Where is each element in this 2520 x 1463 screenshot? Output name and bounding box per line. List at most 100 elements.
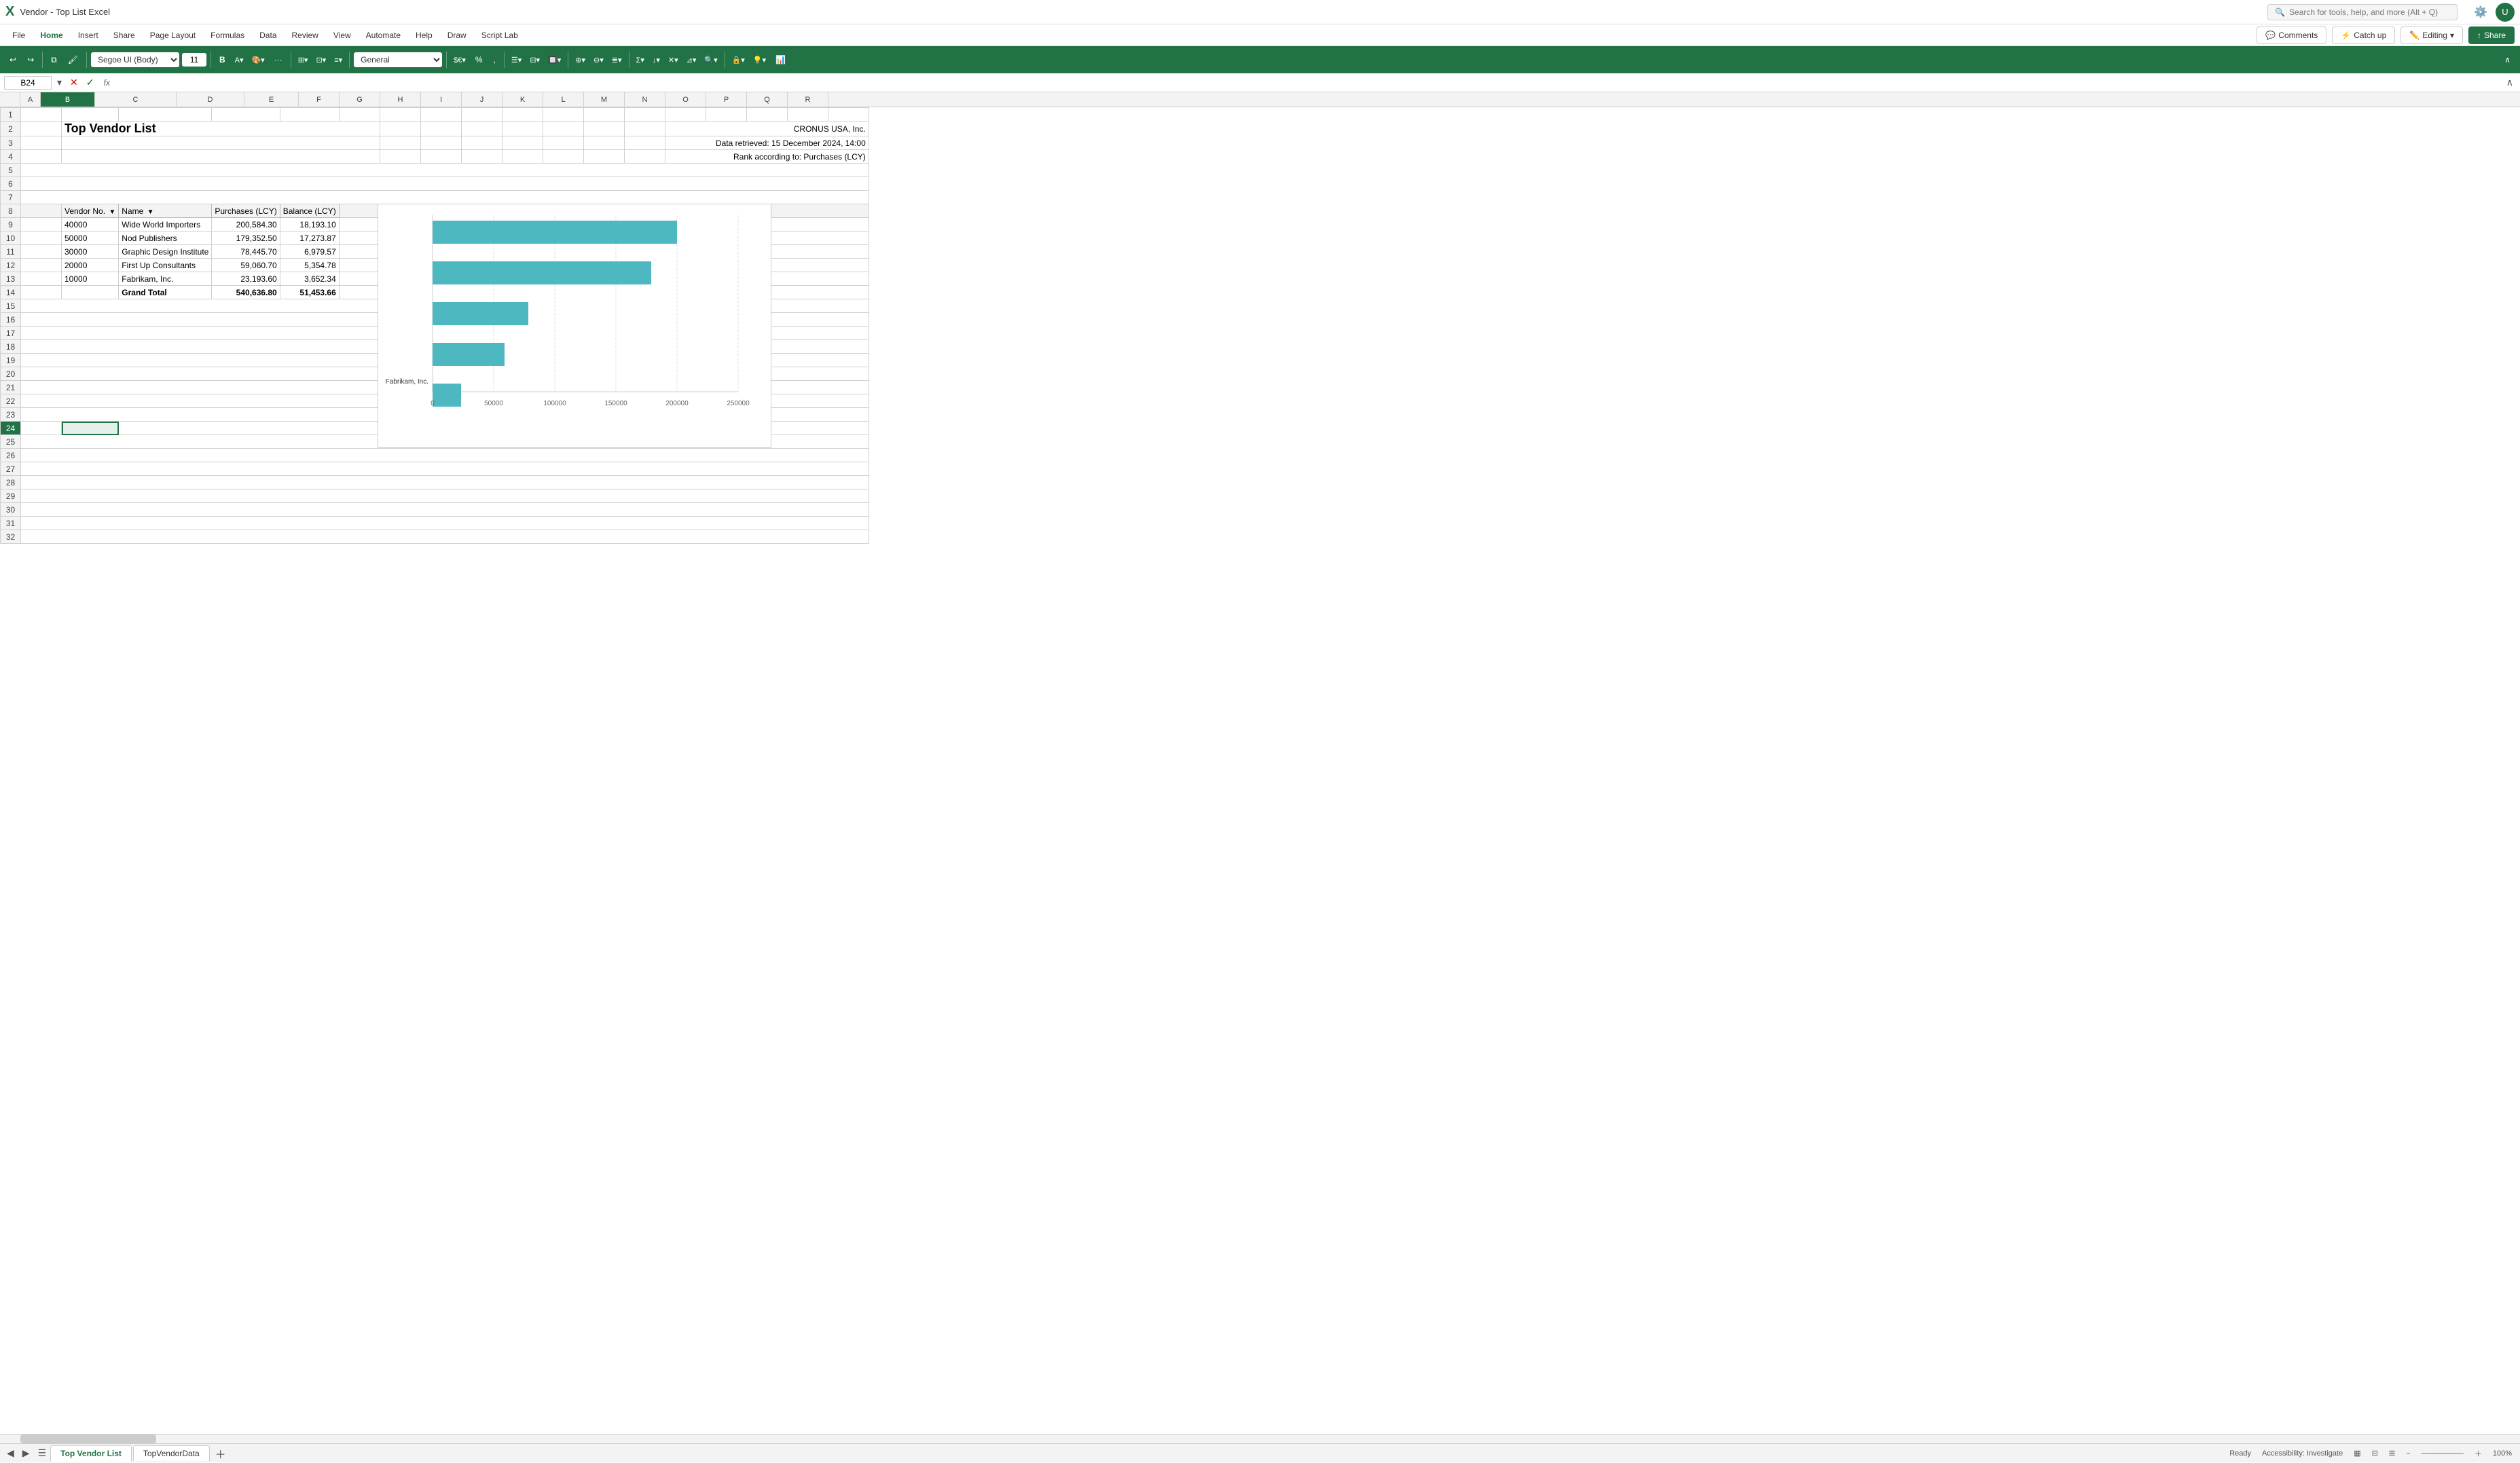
row-num-7[interactable]: 7 [1, 191, 21, 204]
fill-dropdown[interactable]: ↓▾ [650, 53, 663, 67]
view-layout[interactable]: ⊟ [2372, 1449, 2378, 1458]
col-r[interactable]: R [788, 92, 828, 107]
menu-home[interactable]: Home [33, 28, 69, 43]
col-i[interactable]: I [421, 92, 462, 107]
sort-filter-dropdown[interactable]: ⊿▾ [684, 53, 699, 67]
sensitivity-dropdown[interactable]: 🔒▾ [729, 53, 748, 67]
share-button[interactable]: ↑ Share [2468, 26, 2515, 44]
menu-file[interactable]: File [5, 28, 32, 43]
row-num-28[interactable]: 28 [1, 476, 21, 489]
menu-help[interactable]: Help [409, 28, 439, 43]
row-num-1[interactable]: 1 [1, 108, 21, 122]
insert-dropdown[interactable]: ⊕▾ [572, 53, 588, 67]
row-num-6[interactable]: 6 [1, 177, 21, 191]
col-q[interactable]: Q [747, 92, 788, 107]
bold-button[interactable]: B [215, 52, 230, 67]
conditional-format-dropdown[interactable]: ☰▾ [509, 53, 524, 67]
expand-formula-icon[interactable]: ∧ [2504, 75, 2516, 90]
percent-button[interactable]: % [471, 52, 487, 67]
row-num-26[interactable]: 26 [1, 449, 21, 462]
col-d[interactable]: D [177, 92, 244, 107]
autosum-dropdown[interactable]: Σ▾ [634, 53, 647, 67]
chart-button[interactable]: 📊 [771, 52, 790, 67]
font-color-dropdown[interactable]: A▾ [232, 53, 246, 67]
formula-input[interactable] [117, 77, 2501, 89]
col-m[interactable]: M [584, 92, 625, 107]
merge-dropdown[interactable]: ⊡▾ [313, 53, 329, 67]
currency-dropdown[interactable]: $€▾ [451, 53, 469, 67]
settings-icon[interactable]: ⚙️ [2474, 5, 2487, 19]
row-num-25[interactable]: 25 [1, 435, 21, 449]
zoom-out[interactable]: − [2406, 1449, 2410, 1458]
horizontal-scrollbar[interactable] [0, 1434, 2520, 1443]
row-num-27[interactable]: 27 [1, 462, 21, 476]
row-num-23[interactable]: 23 [1, 408, 21, 422]
format-table-dropdown[interactable]: ⊟▾ [527, 53, 543, 67]
menu-insert[interactable]: Insert [71, 28, 105, 43]
sheet-tab-top-vendor-list[interactable]: Top Vendor List [50, 1445, 132, 1462]
view-page-break[interactable]: ⊞ [2389, 1449, 2395, 1458]
fill-color-dropdown[interactable]: 🎨▾ [249, 53, 267, 67]
clear-dropdown[interactable]: ✕▾ [665, 53, 681, 67]
number-format-select[interactable]: General [354, 52, 442, 67]
col-a[interactable]: A [20, 92, 41, 107]
row-num-24[interactable]: 24 [1, 422, 21, 435]
row-num-29[interactable]: 29 [1, 489, 21, 503]
tab-scroll-left[interactable]: ◀ [3, 1446, 18, 1460]
font-size-input[interactable] [182, 53, 206, 67]
cancel-icon[interactable]: ✕ [67, 75, 81, 90]
row-num-19[interactable]: 19 [1, 354, 21, 367]
redo-button[interactable]: ↪ [23, 52, 38, 67]
add-sheet-button[interactable]: ＋ [211, 1444, 230, 1463]
row-num-10[interactable]: 10 [1, 232, 21, 245]
menu-script-lab[interactable]: Script Lab [475, 28, 525, 43]
row-num-18[interactable]: 18 [1, 340, 21, 354]
row-num-14[interactable]: 14 [1, 286, 21, 299]
format-painter-button[interactable]: 🖌 [64, 52, 82, 67]
col-c[interactable]: C [95, 92, 177, 107]
col-k[interactable]: K [503, 92, 543, 107]
wrap-text-dropdown[interactable]: ≡▾ [331, 53, 345, 67]
confirm-icon[interactable]: ✓ [84, 75, 97, 90]
row-num-15[interactable]: 15 [1, 299, 21, 313]
font-family-select[interactable]: Segoe UI (Body) [91, 52, 179, 67]
row-num-20[interactable]: 20 [1, 367, 21, 381]
undo-button[interactable]: ↩ [5, 52, 20, 67]
menu-share[interactable]: Share [107, 28, 142, 43]
menu-data[interactable]: Data [253, 28, 283, 43]
row-num-17[interactable]: 17 [1, 327, 21, 340]
format-dropdown[interactable]: ≣▾ [609, 53, 625, 67]
col-e[interactable]: E [244, 92, 299, 107]
zoom-in[interactable]: ＋ [2475, 1448, 2482, 1459]
filter-icon[interactable]: ▼ [147, 208, 154, 216]
ideas-dropdown[interactable]: 💡▾ [750, 53, 769, 67]
catch-up-button[interactable]: ⚡ Catch up [2332, 26, 2395, 44]
col-h[interactable]: H [380, 92, 421, 107]
expand-icon[interactable]: ▾ [54, 75, 65, 90]
view-normal[interactable]: ▦ [2354, 1449, 2360, 1458]
row-num-5[interactable]: 5 [1, 164, 21, 177]
tab-menu[interactable]: ☰ [34, 1446, 51, 1460]
col-b[interactable]: B [41, 92, 95, 107]
menu-view[interactable]: View [327, 28, 358, 43]
comma-button[interactable]: , [490, 52, 500, 67]
editing-button[interactable]: ✏️ Editing ▾ [2400, 26, 2463, 44]
search-box[interactable]: 🔍 [2267, 4, 2458, 20]
col-n[interactable]: N [625, 92, 665, 107]
menu-formulas[interactable]: Formulas [204, 28, 251, 43]
row-num-2[interactable]: 2 [1, 122, 21, 136]
row-num-31[interactable]: 31 [1, 517, 21, 530]
borders-dropdown[interactable]: ⊞▾ [295, 53, 311, 67]
col-g[interactable]: G [340, 92, 380, 107]
cell-reference-input[interactable] [4, 76, 52, 90]
row-num-13[interactable]: 13 [1, 272, 21, 286]
copy-button[interactable]: ⧉ [47, 52, 61, 68]
zoom-slider[interactable]: ──────── [2422, 1449, 2464, 1458]
row-num-22[interactable]: 22 [1, 394, 21, 408]
menu-page-layout[interactable]: Page Layout [143, 28, 202, 43]
sheet-tab-top-vendor-data[interactable]: TopVendorData [133, 1445, 210, 1461]
menu-automate[interactable]: Automate [359, 28, 407, 43]
more-button[interactable]: ··· [270, 52, 287, 67]
grid-scroll[interactable]: 1 [0, 107, 2520, 1434]
search-input[interactable] [2289, 7, 2450, 17]
